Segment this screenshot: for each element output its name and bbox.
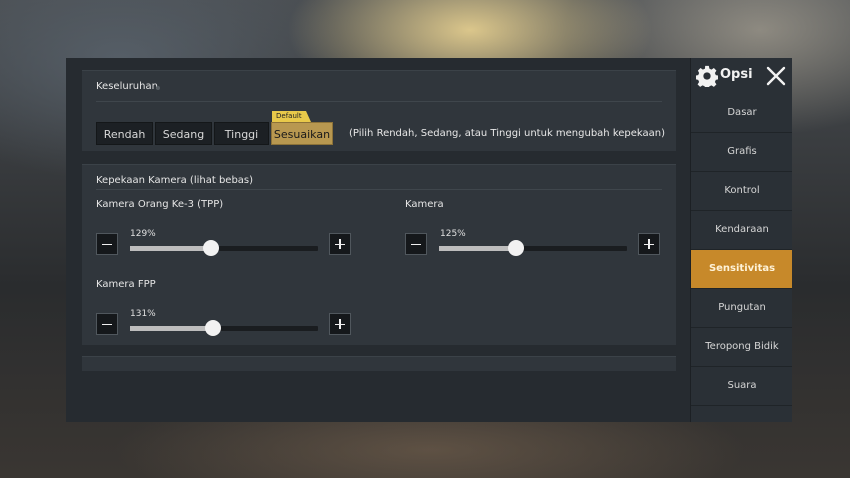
- minus-icon: [102, 323, 112, 326]
- fpp-increase-button[interactable]: [329, 313, 351, 335]
- next-panel-partial: [82, 356, 676, 371]
- sidebar-item-suara[interactable]: Suara: [691, 367, 792, 406]
- fpp-slider-fill: [130, 326, 213, 331]
- tpp-increase-button[interactable]: [329, 233, 351, 255]
- sidebar-header: Opsi: [691, 58, 792, 94]
- fpp-value: 131%: [130, 309, 156, 319]
- sidebar-item-kontrol[interactable]: Kontrol: [691, 172, 792, 211]
- options-sidebar: Opsi Dasar Grafis Kontrol Kendaraan Sens…: [690, 58, 792, 422]
- camera-label: Kamera: [405, 199, 444, 210]
- preset-button-tinggi[interactable]: Tinggi: [214, 122, 269, 145]
- sidebar-item-pungutan[interactable]: Pungutan: [691, 289, 792, 328]
- plus-icon: [648, 239, 650, 249]
- fpp-slider[interactable]: [130, 320, 318, 336]
- default-tag: Default: [272, 111, 311, 122]
- settings-content: Keseluruhan Rendah Sedang Tinggi Default…: [66, 58, 690, 422]
- plus-icon: [339, 239, 341, 249]
- tpp-decrease-button[interactable]: [96, 233, 118, 255]
- preset-button-rendah[interactable]: Rendah: [96, 122, 153, 145]
- overall-sensitivity-panel: Keseluruhan Rendah Sedang Tinggi Default…: [82, 70, 676, 151]
- camera-value: 125%: [440, 229, 466, 239]
- preset-hint-text: (Pilih Rendah, Sedang, atau Tinggi untuk…: [349, 128, 666, 139]
- preset-button-sedang[interactable]: Sedang: [155, 122, 212, 145]
- minus-icon: [102, 243, 112, 246]
- tpp-slider[interactable]: [130, 240, 318, 256]
- options-title: Opsi: [720, 67, 753, 82]
- close-icon[interactable]: [764, 64, 788, 88]
- divider: [96, 101, 662, 102]
- camera-slider-fill: [439, 246, 517, 251]
- camera-sensitivity-panel: Kepekaan Kamera (lihat bebas) Kamera Ora…: [82, 164, 676, 345]
- sidebar-item-kendaraan[interactable]: Kendaraan: [691, 211, 792, 250]
- camera-increase-button[interactable]: [638, 233, 660, 255]
- divider: [96, 189, 662, 190]
- preset-button-sesuaikan[interactable]: Sesuaikan: [271, 122, 333, 145]
- fpp-slider-handle[interactable]: [204, 320, 221, 336]
- sidebar-item-dasar[interactable]: Dasar: [691, 94, 792, 133]
- section-dot: [156, 86, 160, 90]
- section-title-overall: Keseluruhan: [96, 81, 158, 92]
- tpp-value: 129%: [130, 229, 156, 239]
- minus-icon: [411, 243, 421, 246]
- section-title-camera: Kepekaan Kamera (lihat bebas): [96, 175, 254, 186]
- tpp-slider-handle[interactable]: [202, 240, 219, 256]
- fpp-label: Kamera FPP: [96, 279, 156, 290]
- fpp-decrease-button[interactable]: [96, 313, 118, 335]
- sidebar-item-sensitivitas[interactable]: Sensitivitas: [691, 250, 792, 289]
- sidebar-item-teropong-bidik[interactable]: Teropong Bidik: [691, 328, 792, 367]
- plus-icon: [339, 319, 341, 329]
- camera-slider-handle[interactable]: [508, 240, 525, 256]
- sidebar-item-grafis[interactable]: Grafis: [691, 133, 792, 172]
- gear-icon: [696, 65, 718, 87]
- camera-decrease-button[interactable]: [405, 233, 427, 255]
- camera-slider[interactable]: [439, 240, 627, 256]
- tpp-label: Kamera Orang Ke-3 (TPP): [96, 199, 224, 210]
- options-window: Keseluruhan Rendah Sedang Tinggi Default…: [66, 58, 792, 422]
- tpp-slider-fill: [130, 246, 211, 251]
